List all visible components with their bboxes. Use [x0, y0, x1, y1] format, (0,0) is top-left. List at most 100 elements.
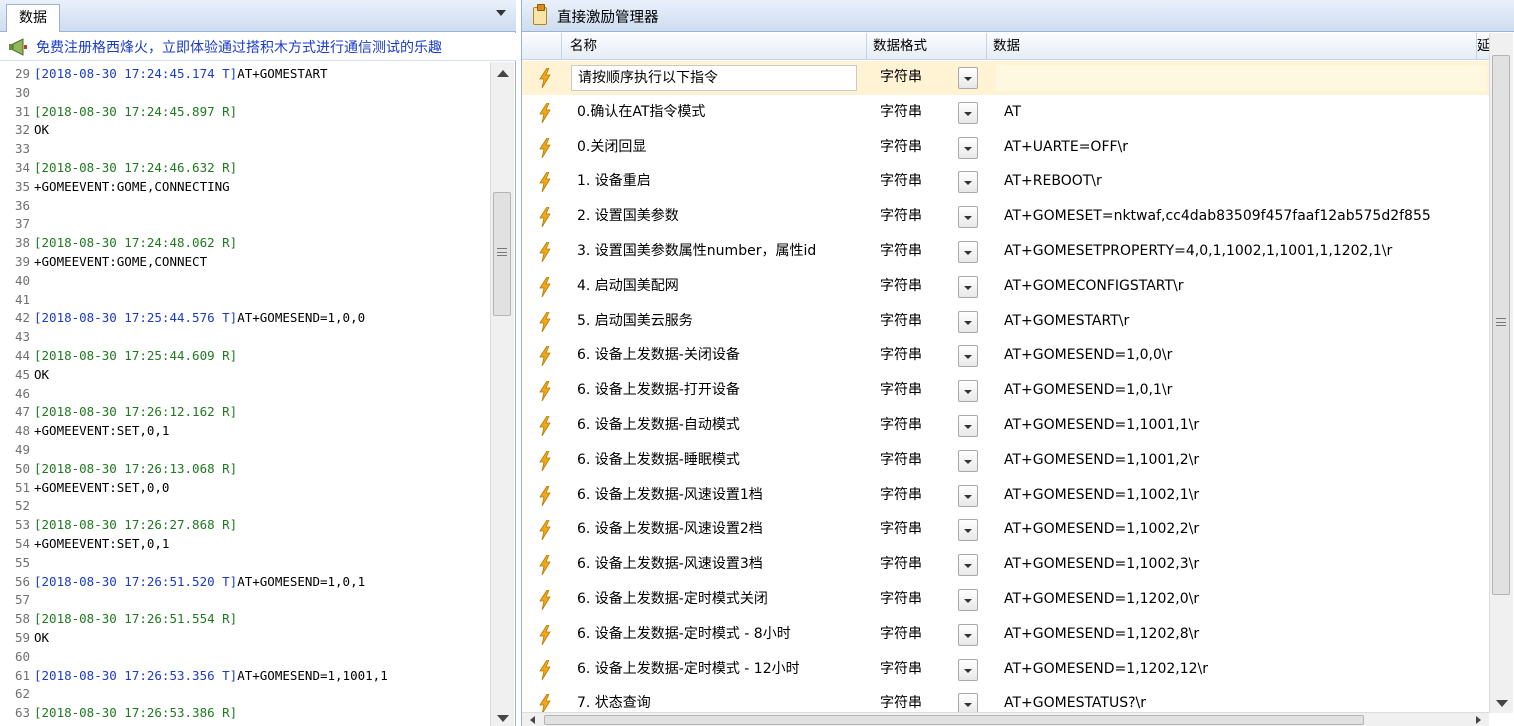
lightning-bolt-icon[interactable]: [538, 172, 552, 193]
stimulus-format-cell[interactable]: 字符串: [860, 343, 956, 369]
stimulus-row[interactable]: 1. 设备重启 字符串 AT+REBOOT\r: [522, 165, 1489, 201]
stimulus-data-cell[interactable]: AT+GOMESET=nktwaf,cc4dab83509f457faaf12a…: [996, 204, 1486, 230]
stimulus-name-cell[interactable]: 6. 设备上发数据-关闭设备: [571, 343, 857, 369]
lightning-bolt-icon[interactable]: [538, 416, 552, 436]
format-dropdown-chevron-down-icon[interactable]: [958, 101, 978, 124]
stimulus-row[interactable]: 6. 设备上发数据-打开设备 字符串 AT+GOMESEND=1,0,1\r: [522, 374, 1489, 409]
stimulus-format-cell[interactable]: 字符串: [860, 483, 956, 509]
stimulus-row[interactable]: 6. 设备上发数据-定时模式关闭 字符串 AT+GOMESEND=1,1202,0\…: [522, 583, 1489, 618]
format-dropdown-chevron-down-icon[interactable]: [958, 275, 978, 298]
lightning-bolt-icon[interactable]: [538, 68, 552, 88]
stimulus-format-cell[interactable]: 字符串: [860, 657, 956, 683]
format-dropdown-chevron-down-icon[interactable]: [958, 623, 978, 646]
stimulus-name-cell[interactable]: 4. 启动国美配网: [571, 274, 857, 300]
stimulus-row[interactable]: 6. 设备上发数据-睡眠模式 字符串 AT+GOMESEND=1,1001,2\r: [522, 444, 1489, 479]
stimulus-name-cell[interactable]: 0.关闭回显: [571, 135, 857, 161]
promo-banner[interactable]: 免费注册格西烽火，立即体验通过搭积木方式进行通信测试的乐趣: [0, 33, 516, 61]
format-dropdown-chevron-down-icon[interactable]: [958, 693, 978, 712]
stimulus-name-cell[interactable]: 6. 设备上发数据-风速设置3档: [571, 552, 857, 578]
stimulus-format-cell[interactable]: 字符串: [860, 552, 956, 578]
stimulus-data-cell[interactable]: AT+GOMESTART\r: [996, 309, 1486, 335]
stimulus-name-cell[interactable]: 6. 设备上发数据-定时模式 - 12小时: [571, 657, 857, 683]
stimulus-data-cell[interactable]: AT+GOMESEND=1,1001,2\r: [996, 448, 1486, 474]
stimulus-row[interactable]: 0.关闭回显 字符串 AT+UARTE=OFF\r: [522, 131, 1489, 166]
stimulus-name-cell[interactable]: 7. 状态查询: [571, 691, 857, 712]
lightning-bolt-icon[interactable]: [538, 485, 552, 506]
grid-vertical-scrollbar[interactable]: [1489, 33, 1513, 713]
format-dropdown-chevron-down-icon[interactable]: [958, 136, 978, 159]
header-format[interactable]: 数据格式: [867, 33, 987, 60]
stimulus-name-cell[interactable]: 0.确认在AT指令模式: [571, 100, 857, 126]
stimulus-name-cell[interactable]: 3. 设置国美参数属性number，属性id: [571, 239, 857, 265]
format-dropdown-chevron-down-icon[interactable]: [958, 589, 978, 611]
stimulus-data-cell[interactable]: AT+GOMESEND=1,1002,3\r: [996, 552, 1486, 578]
format-dropdown-chevron-down-icon[interactable]: [958, 484, 978, 507]
stimulus-row[interactable]: 6. 设备上发数据-关闭设备 字符串 AT+GOMESEND=1,0,0\r: [522, 339, 1489, 375]
stimulus-data-cell[interactable]: AT+GOMESETPROPERTY=4,0,1,1002,1,1001,1,1…: [996, 239, 1486, 265]
stimulus-name-cell[interactable]: 6. 设备上发数据-定时模式 - 8小时: [571, 622, 857, 648]
lightning-bolt-icon[interactable]: [538, 520, 552, 541]
scrollbar-thumb[interactable]: [1492, 55, 1510, 595]
stimulus-format-cell[interactable]: 字符串: [860, 622, 956, 648]
format-dropdown-chevron-down-icon[interactable]: [958, 310, 978, 333]
stimulus-data-cell[interactable]: AT+REBOOT\r: [996, 169, 1486, 195]
stimulus-data-cell[interactable]: AT+GOMESEND=1,1002,2\r: [996, 517, 1486, 543]
format-dropdown-chevron-down-icon[interactable]: [958, 554, 978, 577]
stimulus-name-cell[interactable]: 5. 启动国美云服务: [571, 309, 857, 335]
stimulus-data-cell[interactable]: AT+GOMESEND=1,1202,8\r: [996, 622, 1486, 648]
stimulus-row[interactable]: 请按顺序执行以下指令 字符串: [522, 61, 1489, 96]
format-dropdown-chevron-down-icon[interactable]: [958, 171, 978, 194]
stimulus-format-cell[interactable]: 字符串: [860, 100, 956, 126]
stimulus-row[interactable]: 6. 设备上发数据-定时模式 - 12小时 字符串 AT+GOMESEND=1,12…: [522, 653, 1489, 688]
stimulus-data-cell[interactable]: AT+GOMESEND=1,1202,0\r: [996, 587, 1486, 613]
lightning-bolt-icon[interactable]: [538, 276, 552, 297]
stimulus-data-cell[interactable]: AT+GOMESEND=1,0,0\r: [996, 343, 1486, 369]
stimulus-format-cell[interactable]: 字符串: [860, 169, 956, 195]
stimulus-name-cell[interactable]: 2. 设置国美参数: [571, 204, 857, 230]
stimulus-name-cell[interactable]: 6. 设备上发数据-自动模式: [571, 413, 857, 439]
stimulus-format-cell[interactable]: 字符串: [860, 274, 956, 300]
lightning-bolt-icon[interactable]: [538, 694, 552, 712]
lightning-bolt-icon[interactable]: [538, 137, 552, 158]
stimulus-data-cell[interactable]: [996, 65, 1486, 91]
stimulus-row[interactable]: 5. 启动国美云服务 字符串 AT+GOMESTART\r: [522, 305, 1489, 340]
promo-banner-text[interactable]: 免费注册格西烽火，立即体验通过搭积木方式进行通信测试的乐趣: [36, 37, 442, 57]
stimulus-data-cell[interactable]: AT+GOMESTATUS?\r: [996, 691, 1486, 712]
stimulus-format-cell[interactable]: 字符串: [860, 239, 956, 265]
log-vertical-scrollbar[interactable]: [490, 62, 514, 726]
scrollbar-thumb[interactable]: [493, 192, 511, 316]
format-dropdown-chevron-down-icon[interactable]: [958, 519, 978, 542]
header-name[interactable]: 名称: [562, 33, 867, 60]
format-dropdown-chevron-down-icon[interactable]: [958, 241, 978, 263]
lightning-bolt-icon[interactable]: [538, 624, 552, 645]
header-data[interactable]: 数据: [987, 33, 1477, 60]
lightning-bolt-icon[interactable]: [538, 659, 552, 680]
grid-horizontal-scrollbar[interactable]: [522, 712, 1489, 726]
lightning-bolt-icon[interactable]: [538, 590, 552, 610]
stimulus-format-cell[interactable]: 字符串: [860, 587, 956, 613]
scroll-right-arrow-icon[interactable]: [1476, 716, 1481, 724]
stimulus-format-cell[interactable]: 字符串: [860, 517, 956, 543]
stimulus-name-cell[interactable]: 6. 设备上发数据-睡眠模式: [571, 448, 857, 474]
stimulus-row[interactable]: 6. 设备上发数据-风速设置2档 字符串 AT+GOMESEND=1,1002,2\…: [522, 513, 1489, 549]
stimulus-data-cell[interactable]: AT+GOMESEND=1,0,1\r: [996, 378, 1486, 404]
stimulus-row[interactable]: 6. 设备上发数据-风速设置3档 字符串 AT+GOMESEND=1,1002,3\…: [522, 548, 1489, 583]
stimulus-data-cell[interactable]: AT+GOMESEND=1,1202,12\r: [996, 657, 1486, 683]
stimulus-row[interactable]: 4. 启动国美配网 字符串 AT+GOMECONFIGSTART\r: [522, 270, 1489, 305]
stimulus-format-cell[interactable]: 字符串: [860, 448, 956, 474]
stimulus-row[interactable]: 3. 设置国美参数属性number，属性id 字符串 AT+GOMESETPROPE…: [522, 235, 1489, 270]
stimulus-row[interactable]: 2. 设置国美参数 字符串 AT+GOMESET=nktwaf,cc4dab8350…: [522, 200, 1489, 235]
scroll-down-arrow-icon[interactable]: [1496, 700, 1508, 707]
stimulus-row[interactable]: 6. 设备上发数据-自动模式 字符串 AT+GOMESEND=1,1001,1\r: [522, 409, 1489, 444]
lightning-bolt-icon[interactable]: [538, 450, 552, 471]
lightning-bolt-icon[interactable]: [538, 207, 552, 228]
tab-menu-chevron-down-icon[interactable]: [496, 10, 506, 16]
format-dropdown-chevron-down-icon[interactable]: [958, 449, 978, 472]
lightning-bolt-icon[interactable]: [538, 102, 552, 123]
stimulus-row[interactable]: 6. 设备上发数据-风速设置1档 字符串 AT+GOMESEND=1,1002,1\…: [522, 479, 1489, 514]
format-dropdown-chevron-down-icon[interactable]: [958, 206, 978, 229]
stimulus-name-cell[interactable]: 1. 设备重启: [571, 169, 857, 195]
lightning-bolt-icon[interactable]: [538, 381, 552, 402]
scroll-up-arrow-icon[interactable]: [497, 70, 509, 77]
tab-data[interactable]: 数据: [6, 4, 60, 32]
